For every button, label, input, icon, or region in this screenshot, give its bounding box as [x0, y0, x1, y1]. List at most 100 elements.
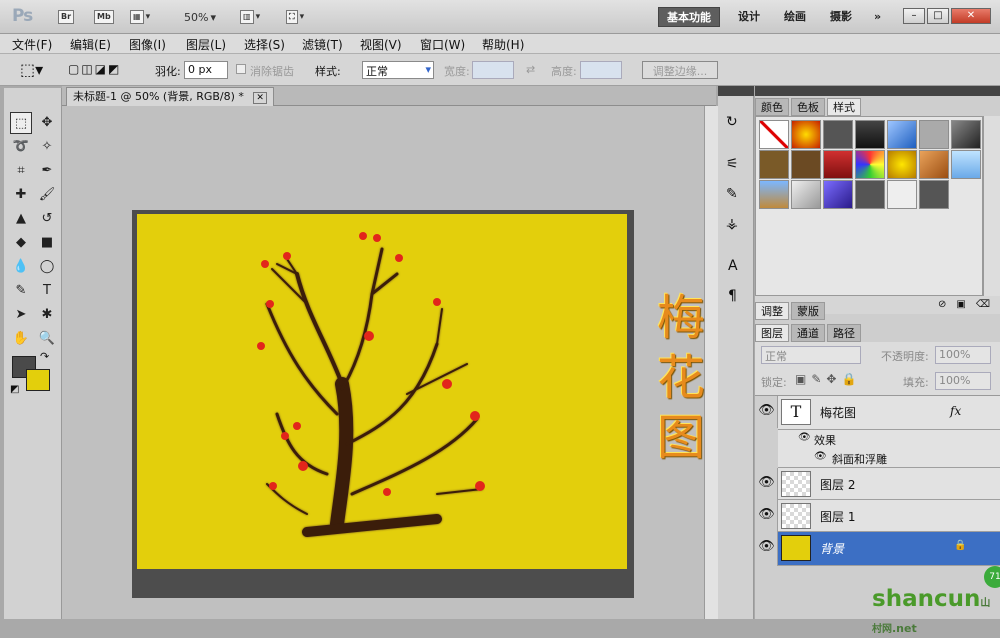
history-brush-icon[interactable]: ↺ [36, 208, 58, 230]
swap-colors-icon[interactable]: ↷ [40, 350, 49, 363]
mini-bridge-button[interactable]: Mb [94, 8, 114, 26]
healing-brush-icon[interactable]: ✚ [10, 184, 32, 206]
selection-mode-icons[interactable]: ▢◫◪◩ [68, 62, 121, 76]
swap-icon[interactable]: ⇄ [526, 63, 535, 76]
brush-preset-icon[interactable]: ⚟ [726, 156, 739, 172]
tab-close-icon[interactable]: ✕ [253, 92, 267, 104]
visibility-eye-icon[interactable]: 👁 [756, 396, 778, 428]
style-swatch[interactable] [823, 150, 853, 179]
style-swatch[interactable] [855, 180, 885, 209]
effects-row[interactable]: 👁 效果 [778, 430, 1000, 448]
move-icon[interactable]: ✥ [36, 112, 58, 134]
style-swatch[interactable] [887, 120, 917, 149]
path-select-icon[interactable]: ➤ [10, 304, 32, 326]
crop-icon[interactable]: ⌗ [10, 160, 32, 182]
fill-input[interactable]: 100% [935, 372, 991, 390]
clone-source-icon[interactable]: ⚶ [726, 216, 738, 232]
gradient-icon[interactable]: ■ [36, 232, 58, 254]
style-swatch[interactable] [791, 180, 821, 209]
custom-shape-icon[interactable]: ✱ [36, 304, 58, 326]
document-tab[interactable]: 未标题-1 @ 50% (背景, RGB/8) * ✕ [66, 87, 274, 106]
style-swatch[interactable] [887, 150, 917, 179]
type-icon[interactable]: T [36, 280, 58, 302]
close-button[interactable]: ✕ [951, 8, 991, 24]
width-input[interactable] [472, 61, 514, 79]
menu-edit[interactable]: 编辑(E) [70, 36, 111, 53]
style-swatch[interactable] [887, 180, 917, 209]
refine-edge-button[interactable]: 调整边缘... [642, 61, 718, 79]
visibility-eye-icon[interactable]: 👁 [756, 500, 778, 532]
arrange-documents-button[interactable]: ▥ ▾ [240, 8, 260, 26]
zoom-icon[interactable]: 🔍 [36, 328, 58, 350]
vertical-scrollbar[interactable] [704, 106, 718, 619]
workspace-painting[interactable]: 绘画 [776, 7, 814, 27]
menu-select[interactable]: 选择(S) [244, 36, 285, 53]
maximize-button[interactable]: □ [927, 8, 949, 24]
effects-eye-icon[interactable]: 👁 [798, 432, 811, 443]
default-colors-icon[interactable]: ◩ [10, 384, 19, 395]
height-input[interactable] [580, 61, 622, 79]
menu-window[interactable]: 窗口(W) [420, 36, 465, 53]
marquee-preset-icon[interactable]: ⬚▾ [20, 60, 43, 79]
style-swatch[interactable] [791, 120, 821, 149]
history-panel-icon[interactable]: ↻ [726, 114, 738, 130]
visibility-eye-icon[interactable]: 👁 [756, 532, 778, 566]
hand-icon[interactable]: ✋ [10, 328, 32, 350]
style-swatch[interactable] [823, 180, 853, 209]
style-swatch[interactable] [919, 180, 949, 209]
menu-layer[interactable]: 图层(L) [186, 36, 226, 53]
magic-wand-icon[interactable]: ✧ [36, 136, 58, 158]
tab-adjustments[interactable]: 调整 [755, 302, 789, 320]
lasso-icon[interactable]: ➰ [10, 136, 32, 158]
brush-panel-icon[interactable]: ✎ [726, 186, 738, 202]
lock-icons[interactable]: ▣✎✥🔒 [795, 372, 861, 386]
style-swatch[interactable] [855, 120, 885, 149]
antialias-checkbox[interactable] [236, 64, 246, 74]
bridge-button[interactable]: Br [58, 8, 75, 26]
blend-mode-select[interactable]: 正常 [761, 346, 861, 364]
tab-color[interactable]: 颜色 [755, 98, 789, 116]
opacity-input[interactable]: 100% [935, 346, 991, 364]
workspace-design[interactable]: 设计 [730, 7, 768, 27]
eyedropper-icon[interactable]: ✒ [36, 160, 58, 182]
zoom-select[interactable]: 50% ▾ [184, 8, 216, 26]
minimize-button[interactable]: – [903, 8, 925, 24]
view-extras-button[interactable]: ▦ ▾ [130, 8, 150, 26]
screen-mode-button[interactable]: ⛶ ▾ [286, 8, 304, 26]
tab-masks[interactable]: 蒙版 [791, 302, 825, 320]
tab-paths[interactable]: 路径 [827, 324, 861, 342]
menu-help[interactable]: 帮助(H) [482, 36, 524, 53]
style-swatch[interactable] [919, 150, 949, 179]
style-swatch[interactable] [951, 150, 981, 179]
style-swatch[interactable] [823, 120, 853, 149]
paragraph-panel-icon[interactable]: ¶ [728, 288, 737, 304]
rect-marquee-icon[interactable]: ⬚ [10, 112, 32, 134]
stamp-icon[interactable]: ▲ [10, 208, 32, 230]
menu-image[interactable]: 图像(I) [129, 36, 166, 53]
style-swatch[interactable] [759, 150, 789, 179]
tab-styles[interactable]: 样式 [827, 98, 861, 116]
tab-channels[interactable]: 通道 [791, 324, 825, 342]
style-none[interactable] [759, 120, 789, 149]
panels-header[interactable] [755, 86, 1000, 96]
dock-header[interactable] [718, 86, 754, 96]
styles-scrollbar[interactable] [983, 116, 1000, 296]
style-swatch[interactable] [759, 180, 789, 209]
feather-input[interactable]: 0 px [184, 61, 228, 79]
workspace-photography[interactable]: 摄影 [822, 7, 860, 27]
workspace-essentials[interactable]: 基本功能 [658, 7, 720, 27]
background-color-swatch[interactable] [26, 369, 50, 391]
visibility-eye-icon[interactable]: 👁 [756, 468, 778, 500]
style-swatch[interactable] [855, 150, 885, 179]
menu-filter[interactable]: 滤镜(T) [302, 36, 343, 53]
style-swatch[interactable] [791, 150, 821, 179]
fx-icon[interactable]: fx [950, 404, 961, 418]
menu-view[interactable]: 视图(V) [360, 36, 402, 53]
artboard[interactable]: 梅 花 图 [137, 214, 705, 569]
character-panel-icon[interactable]: A [728, 258, 738, 274]
more-workspaces-button[interactable]: » [866, 7, 889, 27]
tab-layers[interactable]: 图层 [755, 324, 789, 342]
style-swatch[interactable] [919, 120, 949, 149]
eraser-icon[interactable]: ◆ [10, 232, 32, 254]
tab-swatches[interactable]: 色板 [791, 98, 825, 116]
